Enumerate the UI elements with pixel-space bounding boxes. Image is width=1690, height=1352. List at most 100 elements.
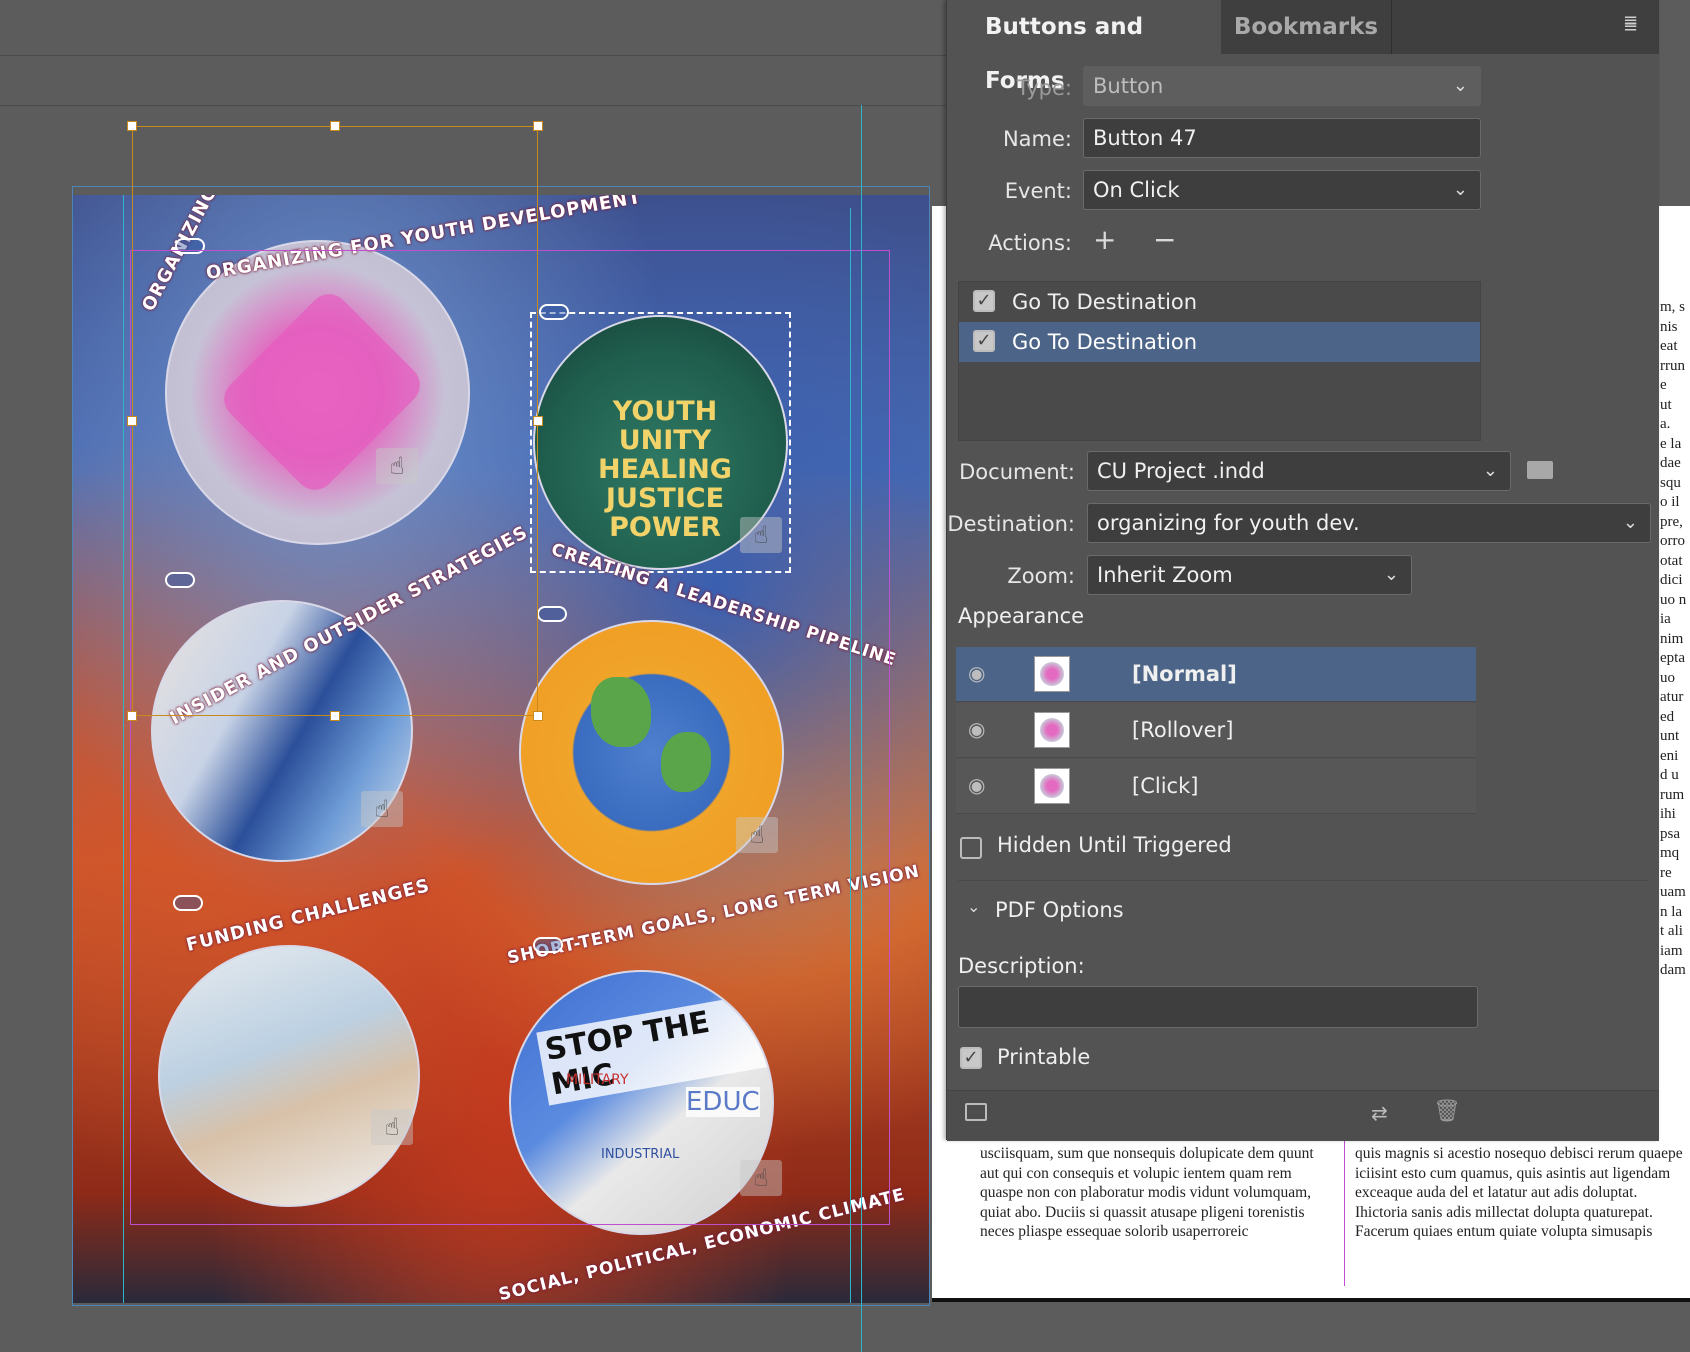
pdf-options-toggle[interactable]: PDF Options (995, 898, 1124, 922)
appearance-rollover[interactable]: ◉ [Rollover] (956, 703, 1476, 758)
zoom-value: Inherit Zoom (1097, 563, 1233, 587)
trash-icon[interactable]: 🗑 (1433, 1099, 1461, 1124)
text-fragment: psa (1660, 825, 1680, 842)
printable-checkbox[interactable]: ✓ (960, 1047, 982, 1069)
resize-handle[interactable] (533, 121, 543, 131)
tab-buttons-and-forms[interactable]: Buttons and Forms (947, 0, 1221, 94)
document-select[interactable]: CU Project .indd ⌄ (1087, 451, 1511, 491)
event-label: Event: (1004, 179, 1072, 203)
destination-select[interactable]: organizing for youth dev. ⌄ (1087, 503, 1651, 543)
appearance-thumbnail (1034, 768, 1070, 804)
zoom-label: Zoom: (1007, 564, 1075, 588)
text-fragment: squ (1660, 474, 1681, 491)
action-item-selected[interactable]: ✓ Go To Destination (959, 322, 1480, 362)
hidden-until-triggered-label: Hidden Until Triggered (997, 833, 1232, 857)
guide-line (0, 55, 946, 56)
appearance-heading: Appearance (958, 604, 1085, 628)
text-fragment: e la (1660, 435, 1682, 452)
guide-cyan (850, 208, 851, 1303)
text-fragment: uo (1660, 669, 1675, 686)
appearance-normal[interactable]: ◉ [Normal] (956, 647, 1476, 702)
text-fragment: n la (1660, 903, 1683, 920)
destination-label: Destination: (947, 512, 1075, 536)
name-input[interactable]: Button 47 (1083, 118, 1481, 158)
action-label: Go To Destination (1012, 330, 1198, 354)
text-fragment: nis (1660, 318, 1678, 335)
text-fragment: ihi (1660, 806, 1676, 822)
text-fragment: rrun (1660, 357, 1685, 374)
text-fragment: unt (1660, 728, 1680, 744)
preview-icon[interactable] (965, 1103, 987, 1121)
text-fragment: mq (1660, 845, 1680, 861)
appearance-click[interactable]: ◉ [Click] (956, 759, 1476, 814)
hidden-until-triggered-checkbox[interactable] (960, 837, 982, 859)
printable-label: Printable (997, 1045, 1091, 1069)
description-label: Description: (958, 954, 1085, 978)
resize-handle[interactable] (533, 711, 543, 721)
text-fragment: atur (1660, 689, 1684, 705)
text-fragment: uam (1660, 884, 1686, 900)
folder-icon[interactable] (1527, 461, 1553, 479)
name-label: Name: (1002, 127, 1072, 151)
page-edge (932, 1298, 1690, 1302)
chevron-down-icon: ⌄ (1383, 564, 1399, 585)
add-action-icon[interactable]: + (1093, 223, 1116, 256)
description-input[interactable] (958, 986, 1478, 1028)
convert-icon[interactable]: ⇄ (1371, 1101, 1388, 1125)
text-fragment: rum (1660, 786, 1685, 803)
eye-icon[interactable]: ◉ (968, 661, 985, 685)
text-fragment: ut (1660, 396, 1672, 413)
guide-cyan (123, 195, 124, 1303)
action-label: Go To Destination (1012, 290, 1198, 314)
text-fragment: eat (1660, 338, 1678, 354)
checkbox-checked-icon[interactable]: ✓ (973, 290, 995, 312)
type-label: Type: (1016, 76, 1072, 100)
text-fragment: eni (1660, 747, 1679, 764)
appearance-thumbnail (1034, 656, 1070, 692)
actions-label: Actions: (988, 231, 1072, 255)
destination-value: organizing for youth dev. (1097, 511, 1360, 535)
panel-tab-bar: ⇕ Buttons and Forms Bookmarks ≡≡ (947, 0, 1659, 94)
resize-handle[interactable] (127, 121, 137, 131)
resize-handle[interactable] (533, 416, 543, 426)
text-fragment: iam (1660, 942, 1683, 959)
event-value: On Click (1093, 178, 1180, 202)
appearance-thumbnail (1034, 712, 1070, 748)
resize-handle[interactable] (127, 416, 137, 426)
document-label: Document: (959, 460, 1075, 484)
guide-line (0, 105, 946, 106)
text-fragment: epta (1660, 650, 1685, 666)
text-fragment: re (1660, 864, 1672, 881)
frame-bounding-box[interactable] (132, 126, 538, 716)
text-fragment: dae (1660, 455, 1681, 471)
eye-icon[interactable]: ◉ (968, 773, 985, 797)
tab-bookmarks[interactable]: Bookmarks (1221, 0, 1392, 54)
column-divider (1344, 1136, 1345, 1286)
text-fragment: orro (1660, 533, 1685, 549)
panel-menu-icon[interactable]: ≡ ≡ (1623, 12, 1645, 36)
eye-icon[interactable]: ◉ (968, 717, 985, 741)
appearance-list: ◉ [Normal] ◉ [Rollover] ◉ [Click] (947, 647, 1659, 817)
zoom-select[interactable]: Inherit Zoom ⌄ (1087, 555, 1412, 595)
chevron-down-icon: ⌄ (1482, 460, 1498, 481)
chevron-down-icon: ⌄ (1452, 179, 1468, 200)
text-fragment: pre, (1660, 513, 1683, 530)
text-fragment: dici (1660, 572, 1683, 588)
appearance-label: [Click] (1132, 774, 1199, 798)
chevron-down-icon: ⌄ (1622, 512, 1638, 533)
checkbox-checked-icon[interactable]: ✓ (973, 330, 995, 352)
event-select[interactable]: On Click ⌄ (1083, 170, 1481, 210)
panel-footer: ⇄ 🗑 (947, 1090, 1659, 1141)
text-fragment: m, s (1660, 299, 1686, 315)
appearance-label: [Normal] (1132, 662, 1237, 686)
text-column-2: quis magnis si acestio nosequo debisci r… (1355, 1145, 1683, 1240)
resize-handle[interactable] (330, 121, 340, 131)
remove-action-icon[interactable]: − (1153, 223, 1176, 256)
chevron-down-icon[interactable]: ⌄ (967, 897, 980, 916)
text-fragment: ia (1660, 611, 1671, 627)
resize-handle[interactable] (127, 711, 137, 721)
action-item[interactable]: ✓ Go To Destination (959, 282, 1480, 322)
text-fragment: nim (1660, 630, 1684, 647)
text-fragment: a. (1660, 416, 1671, 432)
resize-handle[interactable] (330, 711, 340, 721)
